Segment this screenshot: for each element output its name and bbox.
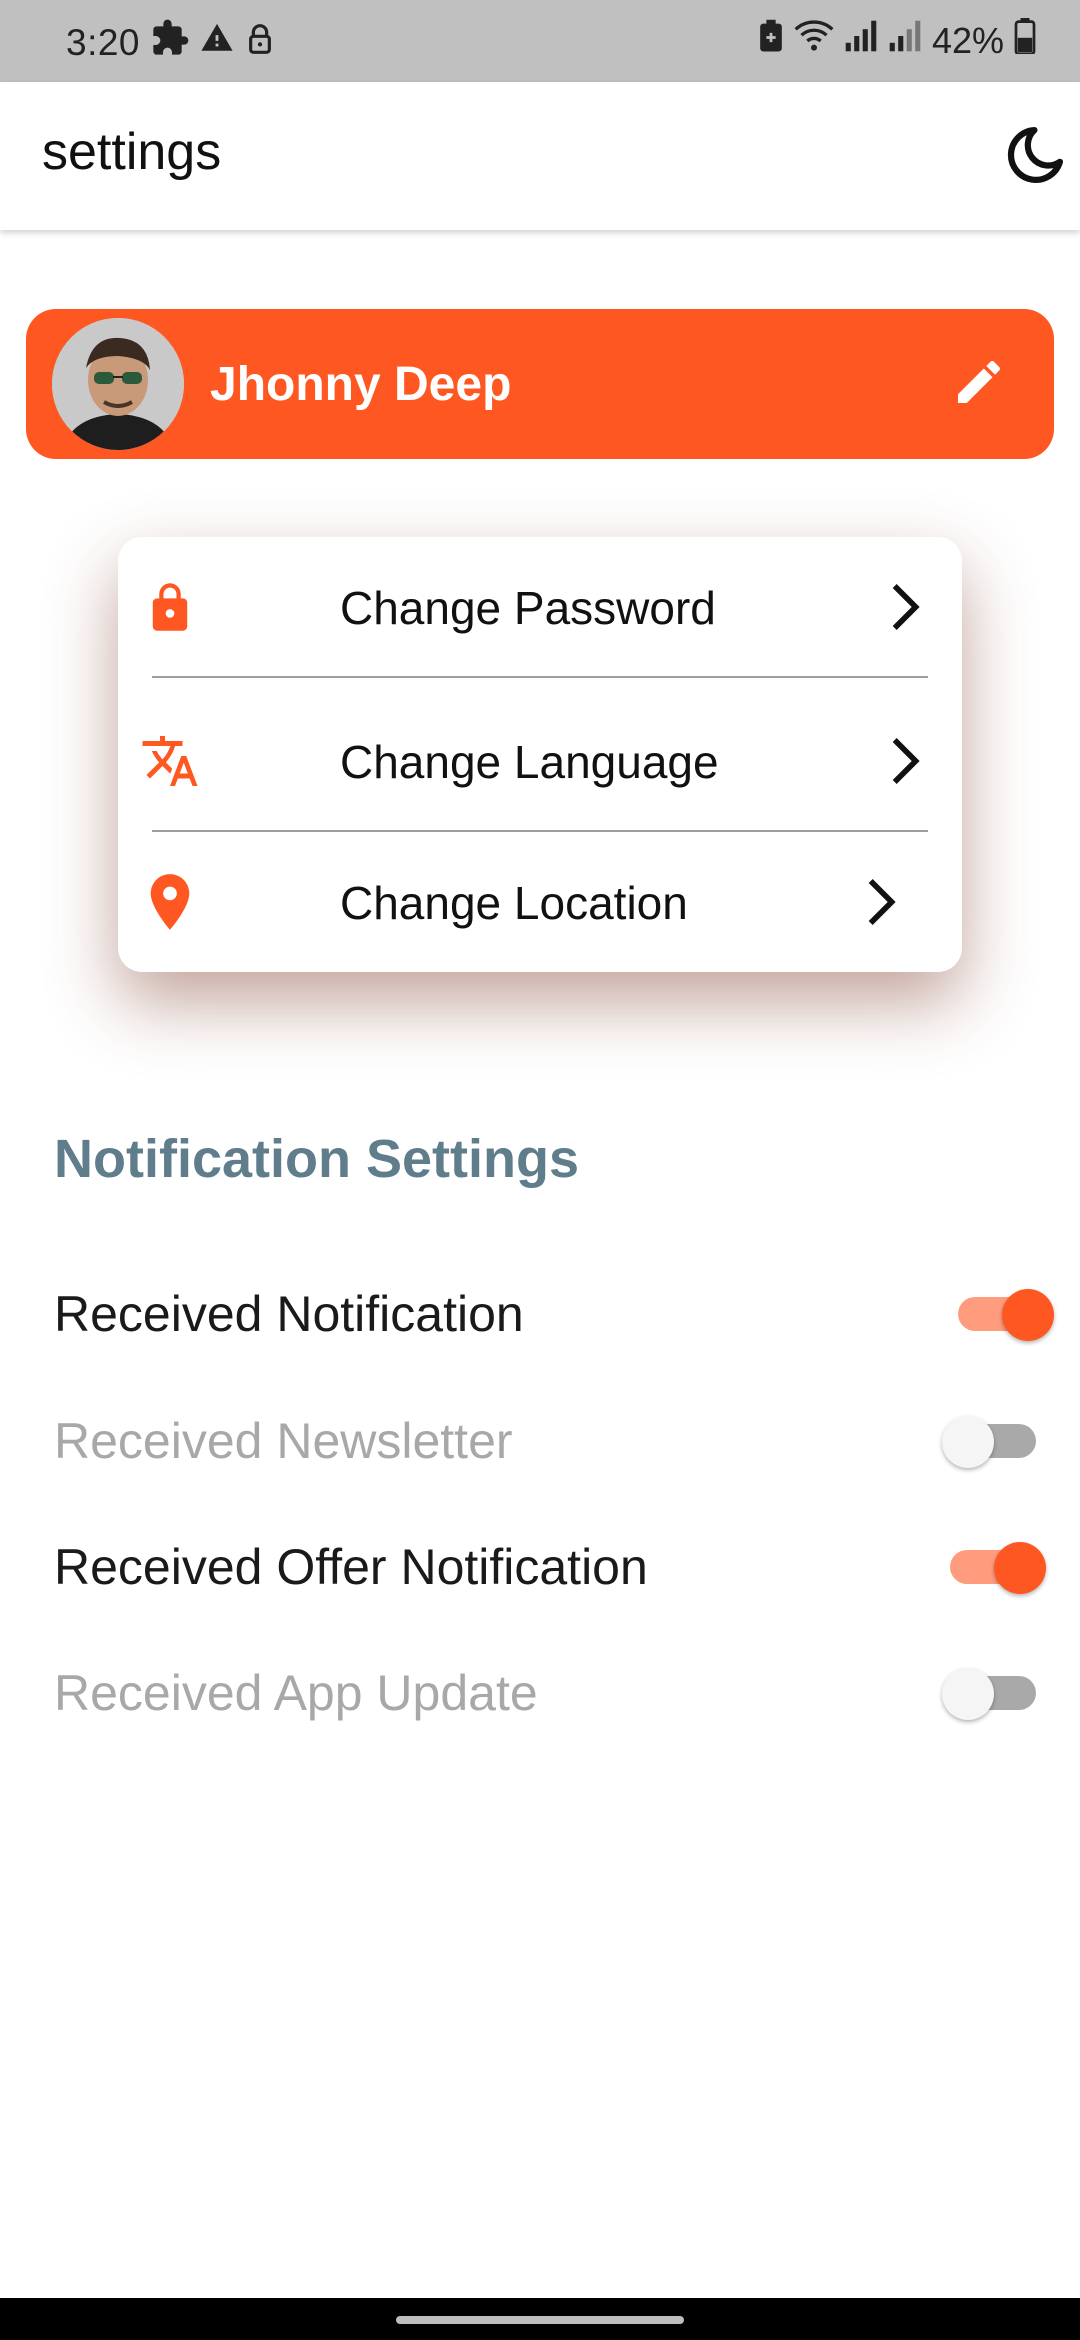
menu-item-change-password[interactable]: Change Password — [118, 537, 962, 677]
menu-item-change-language[interactable]: Change Language — [118, 691, 962, 831]
theme-toggle-button[interactable] — [994, 120, 1072, 198]
translate-icon — [140, 731, 200, 791]
menu-item-change-location[interactable]: Change Location — [118, 832, 962, 972]
notification-label: Received Notification — [54, 1286, 524, 1342]
moon-icon — [999, 123, 1067, 196]
lock-icon — [244, 22, 276, 64]
switch-thumb — [942, 1416, 994, 1468]
notification-label: Received App Update — [54, 1665, 538, 1721]
notification-row-received-newsletter: Received Newsletter — [0, 1394, 1080, 1484]
wifi-icon — [794, 19, 834, 62]
profile-card[interactable]: Jhonny Deep — [26, 309, 1054, 459]
home-gesture-handle[interactable] — [396, 2316, 684, 2324]
location-pin-icon — [140, 872, 200, 932]
signal-icon — [888, 19, 922, 62]
edit-profile-button[interactable] — [946, 351, 1012, 417]
chevron-right-icon — [876, 579, 932, 635]
status-right: 42% — [758, 18, 1036, 63]
menu-item-label: Change Language — [340, 736, 719, 788]
menu-item-label: Change Location — [340, 877, 688, 929]
app-bar: settings — [0, 82, 1080, 230]
status-left: 3:20 — [66, 18, 276, 67]
chevron-right-icon — [876, 733, 932, 789]
notification-label: Received Newsletter — [54, 1413, 513, 1469]
notification-label: Received Offer Notification — [54, 1539, 648, 1595]
received-newsletter-toggle[interactable] — [942, 1416, 1046, 1468]
switch-thumb — [994, 1542, 1046, 1594]
pencil-icon — [951, 354, 1007, 415]
received-notification-toggle[interactable] — [950, 1289, 1054, 1341]
puzzle-icon — [150, 18, 190, 67]
avatar — [52, 318, 184, 450]
account-menu-card: Change Password Change Language Change L… — [118, 537, 962, 972]
warning-icon — [200, 21, 234, 64]
received-offer-notification-toggle[interactable] — [942, 1542, 1046, 1594]
status-time: 3:20 — [66, 21, 141, 63]
notification-row-received-app-update: Received App Update — [0, 1646, 1080, 1736]
battery-icon — [1014, 18, 1036, 63]
received-app-update-toggle[interactable] — [942, 1668, 1046, 1720]
battery-percent: 42% — [931, 19, 1004, 61]
chevron-right-icon — [852, 874, 908, 930]
signal-icon — [844, 19, 878, 62]
switch-thumb — [1002, 1289, 1054, 1341]
notification-settings-title: Notification Settings — [54, 1129, 579, 1189]
switch-thumb — [942, 1668, 994, 1720]
menu-item-label: Change Password — [340, 582, 716, 634]
menu-divider — [152, 676, 928, 678]
notification-row-received-offer-notification: Received Offer Notification — [0, 1520, 1080, 1610]
page-title: settings — [42, 123, 222, 181]
notification-row-received-notification: Received Notification — [0, 1267, 1080, 1357]
battery-saver-icon — [758, 19, 784, 62]
lock-icon — [140, 577, 200, 637]
profile-name: Jhonny Deep — [210, 358, 512, 411]
status-bar: 3:20 42% — [0, 0, 1080, 82]
navigation-bar — [0, 2298, 1080, 2340]
